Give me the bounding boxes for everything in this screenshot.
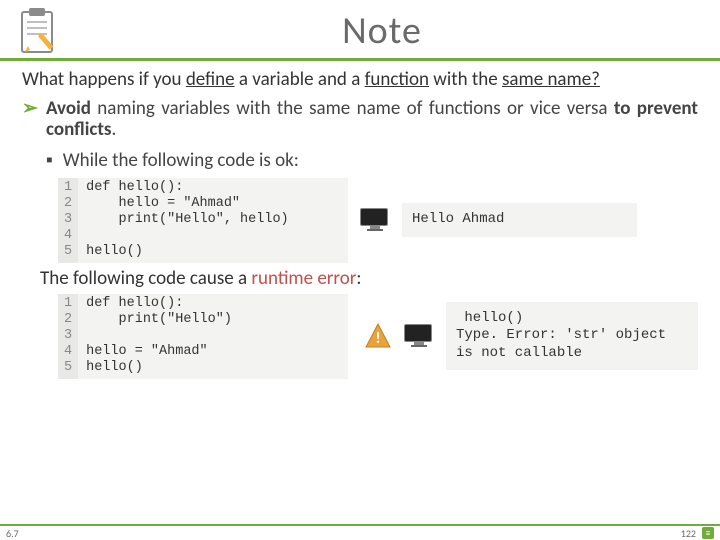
q-t1: What happens if you: [22, 68, 186, 91]
code-text-1: def hello(): hello = "Ahmad" print("Hell…: [78, 178, 299, 263]
code-text-2: def hello(): print("Hello") hello = "Ahm…: [78, 294, 242, 379]
between-pre: The following code cause a: [40, 267, 251, 290]
avoid-word: Avoid: [46, 97, 91, 120]
content-area: What happens if you define a variable an…: [0, 61, 720, 379]
line-numbers-2: 1 2 3 4 5: [58, 294, 78, 379]
between-text: The following code cause a runtime error…: [40, 267, 698, 290]
output-block-1: Hello Ahmad: [402, 203, 637, 237]
q-define: define: [186, 68, 235, 91]
code-block-1: 1 2 3 4 5 def hello(): hello = "Ahmad" p…: [58, 178, 348, 263]
avoid-body: naming variables with the same name of f…: [91, 97, 614, 120]
chevron-right-icon: ➢: [22, 99, 38, 141]
svg-text:!: !: [375, 329, 380, 348]
code-block-2: 1 2 3 4 5 def hello(): print("Hello") he…: [58, 294, 348, 379]
q-samename: same name?: [502, 68, 600, 91]
footer-badge-icon: ≡: [702, 527, 714, 539]
monitor-icon: [404, 324, 434, 348]
while-bullet: ▪ While the following code is ok:: [46, 149, 698, 172]
slide-title: Note: [64, 8, 700, 54]
example-row-1: 1 2 3 4 5 def hello(): hello = "Ahmad" p…: [58, 178, 698, 263]
avoid-dot: .: [111, 118, 116, 141]
q-t2: a variable and a: [235, 68, 365, 91]
output-block-2: hello() Type. Error: 'str' object is not…: [446, 302, 698, 371]
clipboard-icon: [14, 6, 64, 56]
example-row-2: 1 2 3 4 5 def hello(): print("Hello") he…: [58, 294, 698, 379]
footer-bar: 6.7 122 ≡: [0, 524, 720, 540]
q-t3: with the: [429, 68, 502, 91]
footer-left: 6.7: [6, 527, 19, 540]
runtime-error-label: runtime error: [251, 267, 356, 290]
avoid-bullet: ➢ Avoid naming variables with the same n…: [22, 99, 698, 141]
line-numbers-1: 1 2 3 4 5: [58, 178, 78, 263]
between-post: :: [356, 267, 361, 290]
bullets: ➢ Avoid naming variables with the same n…: [22, 99, 698, 172]
question-text: What happens if you define a variable an…: [22, 69, 698, 91]
monitor-icon: [360, 208, 390, 232]
square-bullet-icon: ▪: [46, 149, 53, 172]
warning-icon: !: [364, 322, 392, 350]
while-text: While the following code is ok:: [63, 149, 299, 172]
q-function: function: [365, 68, 429, 91]
page-number: 122: [681, 527, 696, 540]
title-row: Note: [0, 0, 720, 61]
